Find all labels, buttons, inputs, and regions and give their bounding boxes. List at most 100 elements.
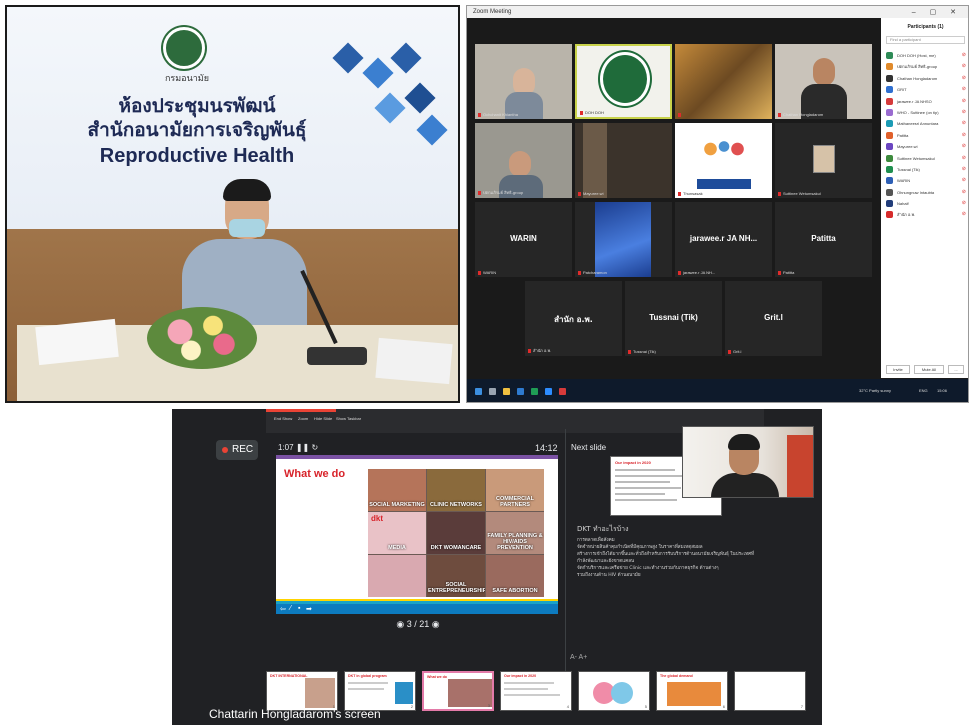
weather-widget[interactable]: 32°C Partly sunny (859, 388, 891, 393)
mic-muted-icon[interactable]: ⊘ (962, 198, 966, 209)
participant-name: Nahalf (897, 201, 909, 207)
next-slide-icon[interactable]: ◉ (432, 619, 440, 629)
slide-thumbnail[interactable]: 7 (734, 671, 806, 711)
video-tile[interactable]: WARIN WARIN (475, 202, 572, 277)
video-tile[interactable]: Thunsasak (675, 123, 772, 198)
zoom-icon[interactable] (545, 388, 552, 395)
participant-row[interactable]: Tussnai (Tik) ⊘ (881, 164, 968, 175)
tile-name: Grit.l (764, 313, 783, 322)
participant-row[interactable]: Mayuree.wi ⊘ (881, 141, 968, 152)
video-tile[interactable]: Tussnai (Tik) Tussnai (Tik) (625, 281, 722, 356)
slide-thumbnail[interactable]: 5 (578, 671, 650, 711)
participant-row[interactable]: Chathan Hongladarom ⊘ (881, 73, 968, 84)
participant-row[interactable]: Patitta ⊘ (881, 130, 968, 141)
participant-row[interactable]: Ohnungnuw Intaubta ⊘ (881, 187, 968, 198)
mic-muted-icon[interactable]: ⊘ (962, 141, 966, 152)
arrow-right-icon[interactable]: ➡ (306, 605, 312, 613)
participant-row[interactable]: Mathaneesri Annuntara ⊘ (881, 118, 968, 129)
slide-cell-label: SAFE ABORTION (492, 588, 538, 594)
participant-row[interactable]: WARIN ⊘ (881, 175, 968, 186)
elapsed-timer[interactable]: 1:07 ❚❚ ↻ (278, 443, 318, 452)
participant-row[interactable]: Nahalf ⊘ (881, 198, 968, 209)
mic-muted-icon[interactable]: ⊘ (962, 153, 966, 164)
tile-name: WARIN (510, 234, 537, 243)
participant-row[interactable]: DOH DOH (Host, me) ⊘ (881, 50, 968, 61)
reset-icon[interactable]: ↻ (311, 443, 318, 452)
participant-name: Mayuree.wi (897, 144, 918, 150)
mic-muted-icon[interactable]: ⊘ (962, 175, 966, 186)
more-button[interactable]: ... (948, 365, 964, 374)
video-tile[interactable]: Mayuree.wi (575, 123, 672, 198)
ministry-logo (600, 52, 650, 106)
participant-row[interactable]: สำนัก อ.พ. ⊘ (881, 209, 968, 220)
participant-search-input[interactable]: Find a participant (886, 36, 965, 44)
mic-muted-icon[interactable]: ⊘ (962, 61, 966, 72)
thumbnail-number: 6 (722, 704, 725, 709)
mic-muted-icon[interactable]: ⊘ (962, 164, 966, 175)
mic-muted-icon[interactable]: ⊘ (962, 118, 966, 129)
avatar (886, 63, 893, 71)
prev-slide-icon[interactable]: ◉ (396, 619, 404, 629)
invite-button[interactable]: Invite (886, 365, 910, 374)
mic-muted-icon[interactable]: ⊘ (962, 107, 966, 118)
participant-row[interactable]: ปตกมภิรมย์ สิทธิ-group ⊘ (881, 61, 968, 72)
notes-font-size-controls[interactable]: A- A+ (570, 654, 587, 661)
slide-thumbnail[interactable]: The global demand 6 (656, 671, 728, 711)
next-slide-title: Our impact in 2020 (615, 460, 651, 465)
show-taskbar-button[interactable]: Show Taskbar (336, 416, 361, 421)
mic-muted-icon[interactable]: ⊘ (962, 209, 966, 220)
mic-muted-icon[interactable]: ⊘ (962, 50, 966, 61)
video-tile[interactable]: Chathan Hongladarom (775, 44, 872, 119)
pause-icon[interactable]: ❚❚ (296, 443, 309, 452)
next-slide-label: Next slide (571, 443, 607, 452)
mic-muted-icon[interactable]: ⊘ (962, 187, 966, 198)
video-tile[interactable] (675, 44, 772, 119)
window-controls[interactable]: ‒ ▢ ✕ (912, 8, 962, 16)
video-tile[interactable]: jarawee.r JA NH... jarawee.r JA NH... (675, 202, 772, 277)
mic-muted-icon[interactable]: ⊘ (962, 84, 966, 95)
participant-row[interactable]: GRIT ⊘ (881, 84, 968, 95)
participant-row[interactable]: WHO - Suttinee (on tip) ⊘ (881, 107, 968, 118)
mic-muted-icon[interactable]: ⊘ (962, 96, 966, 107)
nhso-logo (697, 129, 751, 179)
store-icon[interactable] (517, 388, 524, 395)
zoom-button[interactable]: Zoom (298, 416, 308, 421)
pen-icon[interactable]: ⁄ (290, 605, 291, 612)
zoom-titlebar: Zoom Meeting (467, 6, 968, 18)
mic-muted-icon[interactable]: ⊘ (962, 73, 966, 84)
participant-row[interactable]: Suttinee Wetumsakul ⊘ (881, 153, 968, 164)
slide-thumbnail[interactable]: Our impact in 2020 4 (500, 671, 572, 711)
video-tile[interactable]: Suttinee Wetumsakul (775, 123, 872, 198)
video-tile[interactable]: สำนัก อ.พ. สำนัก อ.พ. (525, 281, 622, 356)
hide-slide-button[interactable]: Hide Slide (314, 416, 332, 421)
tile-caption: สำนัก อ.พ. (528, 347, 551, 354)
pane-divider[interactable] (565, 429, 566, 675)
video-tile[interactable]: Grit.l Grit.l (725, 281, 822, 356)
tile-caption: Patitta (778, 270, 794, 275)
presenter-camera-feed[interactable] (682, 426, 814, 498)
grid-icon[interactable]: ▪ (298, 605, 300, 612)
video-tile[interactable]: Patcharamon (575, 202, 672, 277)
mute-all-button[interactable]: Mute All (914, 365, 944, 374)
video-tile[interactable]: ปตกมภิรมย์ สิทธิ-group (475, 123, 572, 198)
tile-caption: Chathan Hongladarom (778, 112, 823, 117)
language-indicator[interactable]: ENG (919, 388, 928, 393)
folder-icon[interactable] (503, 388, 510, 395)
participant-row[interactable]: jarawee.r JA NHSO ⊘ (881, 96, 968, 107)
end-show-button[interactable]: End Show (274, 416, 292, 421)
video-tile-active[interactable]: DOH DOH (575, 44, 672, 119)
taskbar-clock[interactable]: 15:06 (937, 388, 947, 393)
app-icon[interactable] (531, 388, 538, 395)
video-tile[interactable]: Ochchanit Khiantha (475, 44, 572, 119)
search-icon[interactable] (489, 388, 496, 395)
speaker-notes[interactable]: DKT ทำอะไรบ้าง การตลาดเพื่อสังคม จัดจำหน… (577, 524, 757, 579)
slide-thumbnail[interactable]: DKT in global program 2 (344, 671, 416, 711)
start-icon[interactable] (475, 388, 482, 395)
powerpoint-icon[interactable] (559, 388, 566, 395)
video-tile[interactable]: Patitta Patitta (775, 202, 872, 277)
slide-thumbnail-current[interactable]: What we do 3 (422, 671, 494, 711)
arrow-left-icon[interactable]: ⇦ (280, 605, 286, 613)
avatar (886, 74, 893, 82)
mic-muted-icon[interactable]: ⊘ (962, 130, 966, 141)
slide-thumbnail[interactable]: DKT INTERNATIONAL 1 (266, 671, 338, 711)
